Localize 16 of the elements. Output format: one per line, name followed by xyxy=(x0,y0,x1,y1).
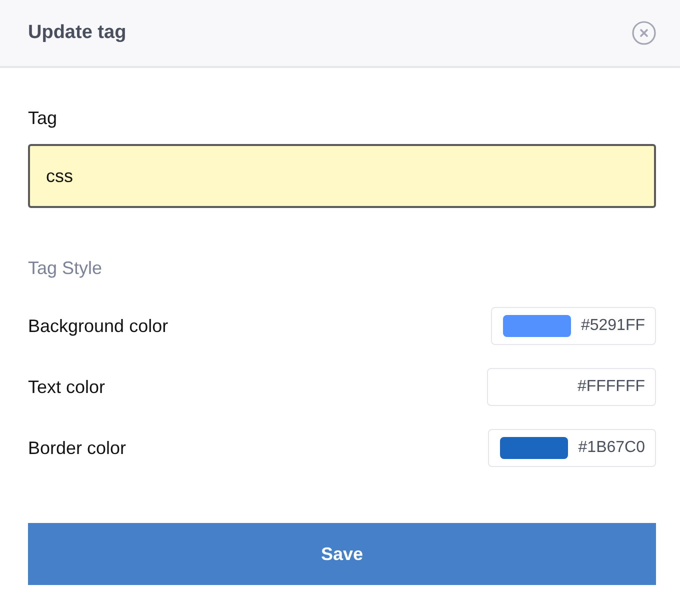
color-value: #FFFFFF xyxy=(577,378,645,396)
color-label: Text color xyxy=(28,376,106,398)
field-label: Tag xyxy=(28,107,58,129)
close-icon xyxy=(632,21,656,45)
color-picker-field[interactable]: #5291FF xyxy=(490,307,656,345)
color-value: #5291FF xyxy=(580,317,645,335)
save-button[interactable]: Save xyxy=(28,523,656,585)
color-label: Background color xyxy=(28,316,168,336)
close-button[interactable] xyxy=(632,21,656,45)
color-value: #1B67C0 xyxy=(578,439,645,457)
color-picker-field[interactable]: #1B67C0 xyxy=(488,429,656,467)
dialog-title: Update tag xyxy=(28,22,126,44)
section-title: Tag Style xyxy=(28,257,104,279)
tag-input-field[interactable]: css xyxy=(28,144,656,208)
color-label: Border color xyxy=(28,438,126,458)
color-picker-field[interactable]: #FFFFFF xyxy=(487,368,656,406)
